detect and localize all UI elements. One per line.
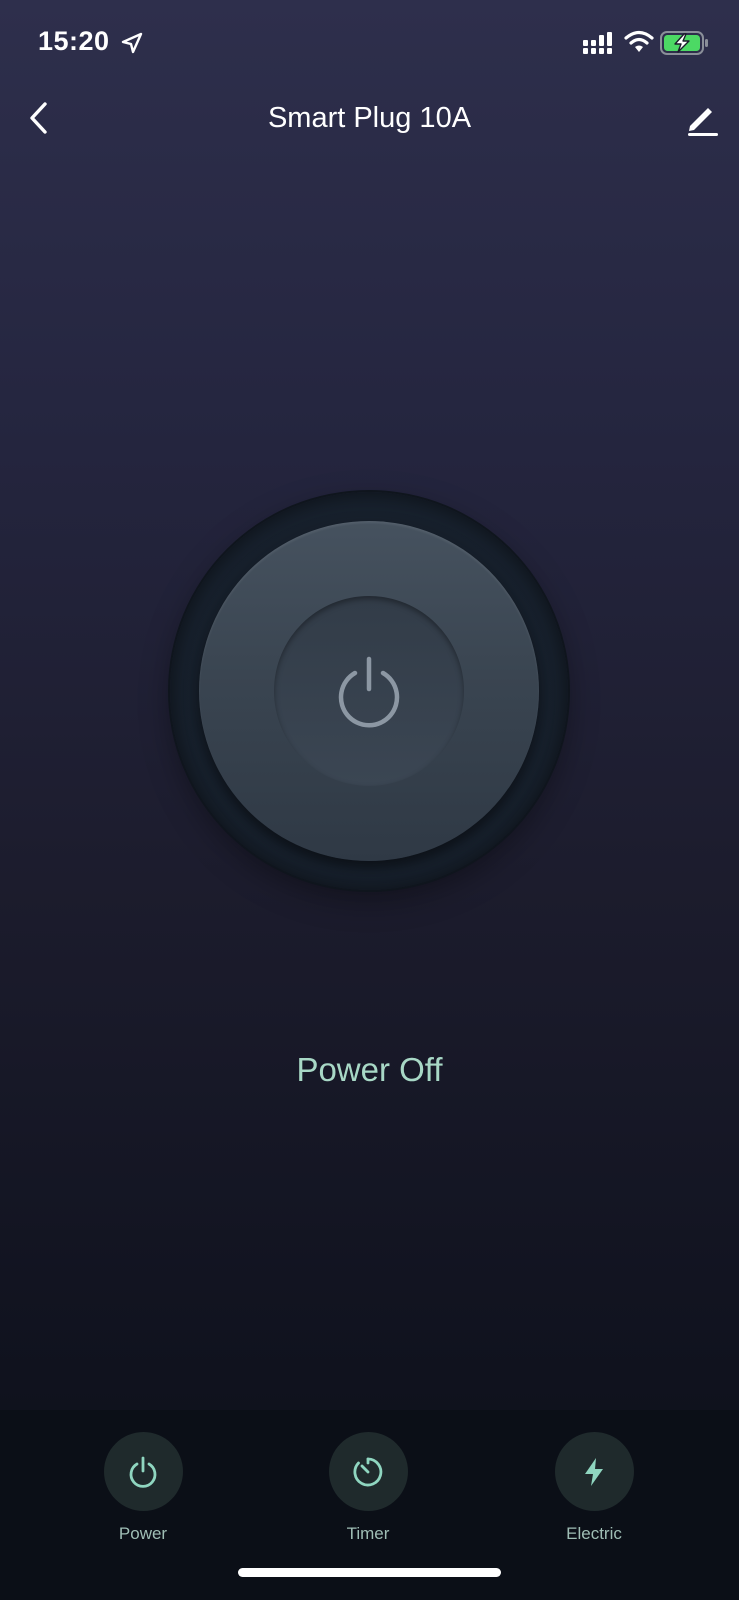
screen: 15:20 Smart Plug 10A Power Off Power Tim… bbox=[0, 0, 739, 1600]
battery-charging-icon bbox=[660, 31, 708, 55]
power-knob-center bbox=[274, 596, 464, 786]
pencil-icon bbox=[688, 108, 718, 136]
lightning-icon bbox=[585, 1457, 603, 1486]
wifi-icon bbox=[624, 30, 654, 52]
power-icon bbox=[338, 656, 400, 728]
location-arrow-icon bbox=[121, 32, 143, 54]
tab-power[interactable]: Power bbox=[83, 1432, 203, 1545]
tab-label: Power bbox=[118, 1524, 168, 1543]
signal-icon bbox=[583, 32, 612, 54]
power-status-text: Power Off bbox=[296, 1051, 443, 1088]
tab-label: Timer bbox=[346, 1524, 390, 1543]
tab-power-circle bbox=[103, 1432, 183, 1511]
home-indicator[interactable] bbox=[238, 1568, 501, 1577]
power-icon bbox=[129, 1456, 157, 1488]
tab-electric[interactable]: Electric bbox=[534, 1432, 654, 1545]
tab-label: Electric bbox=[566, 1524, 622, 1543]
power-toggle-button[interactable] bbox=[199, 521, 539, 861]
page-title: Smart Plug 10A bbox=[267, 102, 472, 134]
tab-timer-circle bbox=[328, 1432, 408, 1511]
tab-timer[interactable]: Timer bbox=[308, 1432, 428, 1545]
tab-electric-circle bbox=[554, 1432, 634, 1511]
edit-button[interactable] bbox=[680, 96, 724, 140]
timer-icon bbox=[353, 1457, 383, 1486]
status-time: 15:20 bbox=[38, 26, 110, 56]
